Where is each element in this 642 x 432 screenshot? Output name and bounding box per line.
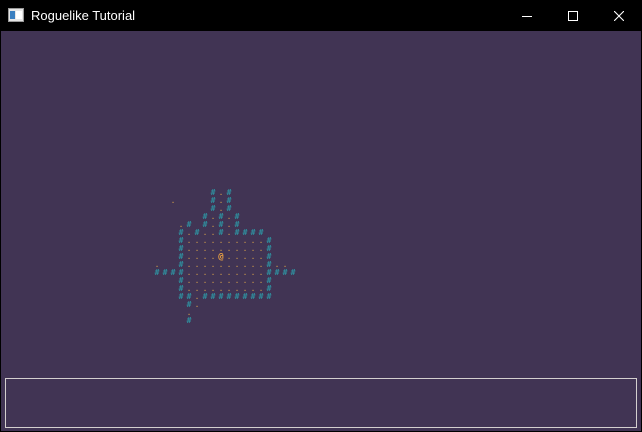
wall-tile: #: [154, 268, 160, 277]
wall-tile: #: [290, 268, 296, 277]
minimize-icon: [522, 15, 532, 17]
minimize-button[interactable]: [504, 0, 550, 31]
close-icon: [614, 10, 624, 21]
wall-tile: #: [250, 292, 256, 301]
wall-tile: #: [274, 268, 280, 277]
wall-tile: #: [226, 292, 232, 301]
wall-tile: #: [178, 292, 184, 301]
floor-tile: .: [194, 300, 200, 309]
title-bar[interactable]: Roguelike Tutorial: [0, 0, 642, 31]
wall-tile: #: [242, 292, 248, 301]
wall-tile: #: [234, 292, 240, 301]
close-button[interactable]: [596, 0, 642, 31]
floor-tile: .: [170, 196, 176, 205]
wall-tile: #: [170, 268, 176, 277]
app-window-icon: [8, 8, 24, 22]
wall-tile: #: [186, 316, 192, 325]
maximize-button[interactable]: [550, 0, 596, 31]
window-title: Roguelike Tutorial: [31, 8, 136, 23]
wall-tile: #: [210, 292, 216, 301]
wall-tile: #: [202, 292, 208, 301]
wall-tile: #: [218, 292, 224, 301]
wall-tile: #: [258, 292, 264, 301]
wall-tile: #: [266, 292, 272, 301]
game-viewport[interactable]: #. #. #. # #. # #. #. #. # #. #. # #. #.. #. # # # # #......…: [1, 31, 641, 431]
message-log-panel: [5, 378, 637, 428]
wall-tile: #: [282, 268, 288, 277]
dungeon-map: #. #. #. # #. # #. #. #. # #. #. # #. #.. #. # # # # #......…: [1, 31, 641, 377]
wall-tile: #: [162, 268, 168, 277]
maximize-icon: [568, 10, 578, 21]
